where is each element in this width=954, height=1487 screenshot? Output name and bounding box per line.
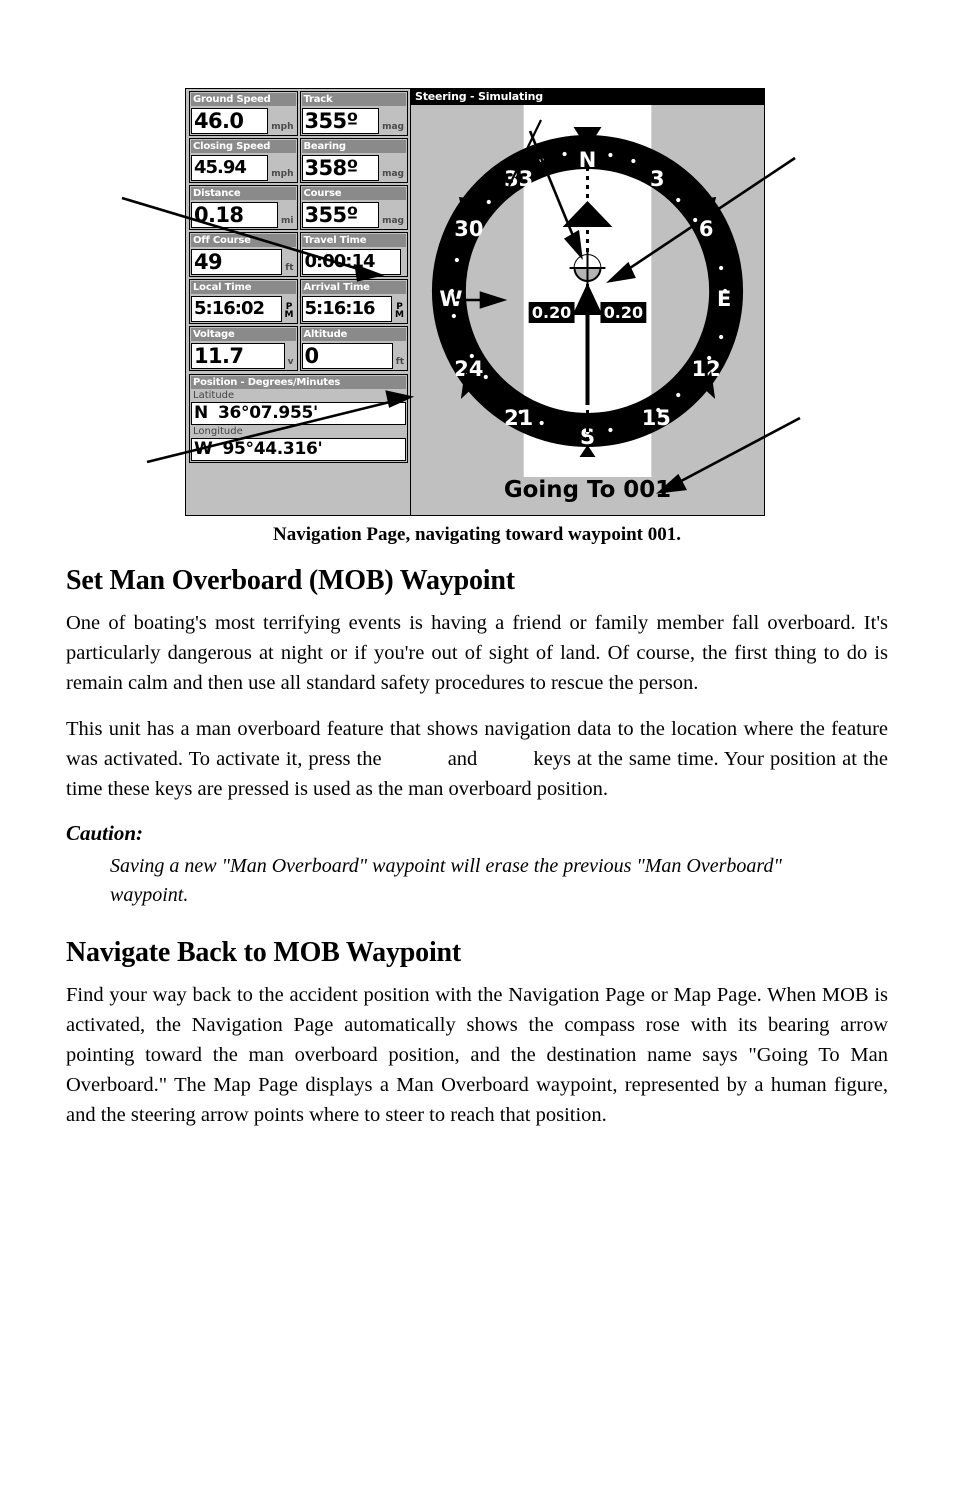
field-off-course: Off Course 49 ft xyxy=(189,232,298,277)
data-row: Off Course 49 ft Travel Time 0:00:14 xyxy=(189,232,408,277)
cross-track-right-value: 0.20 xyxy=(604,303,643,322)
field-unit: PM xyxy=(395,302,404,320)
longitude-label: Longitude xyxy=(193,426,243,437)
field-value: 0 xyxy=(301,343,393,369)
data-row: Voltage 11.7 v Altitude 0 ft xyxy=(189,326,408,371)
ring-label-3: 3 xyxy=(650,167,665,191)
figure-navigation-page: Ground Speed 46.0 mph Track 355º mag Clo… xyxy=(0,0,954,560)
field-unit: ft xyxy=(285,263,294,273)
field-label: Travel Time xyxy=(301,234,406,247)
paragraph-mob-intro: One of boating's most terrifying events … xyxy=(66,612,888,694)
field-distance: Distance 0.18 mi xyxy=(189,185,298,230)
field-unit: mi xyxy=(281,216,294,226)
field-value: 45.94 xyxy=(191,155,269,181)
paragraph-mob-activation: This unit has a man overboard feature th… xyxy=(66,714,888,804)
field-bearing: Bearing 358º mag xyxy=(299,138,408,183)
ring-label-6: 6 xyxy=(699,217,714,241)
field-unit xyxy=(401,273,406,275)
compass-titlebar: Steering - Simulating xyxy=(411,89,764,105)
heading-caution: Caution: xyxy=(66,821,144,845)
field-course: Course 355º mag xyxy=(299,185,408,230)
destination-label: Going To 001 xyxy=(504,477,671,503)
field-label: Ground Speed xyxy=(191,93,296,106)
field-voltage: Voltage 11.7 v xyxy=(189,326,298,371)
field-label: Local Time xyxy=(191,281,296,294)
document-content: Set Man Overboard (MOB) Waypoint One of … xyxy=(66,558,888,1130)
ring-label-21: 21 xyxy=(504,406,533,430)
paragraph-segment-2: and xyxy=(447,748,478,770)
ring-label-33: 33 xyxy=(504,167,533,191)
field-unit: mag xyxy=(382,122,404,132)
field-closing-speed: Closing Speed 45.94 mph xyxy=(189,138,298,183)
field-unit: ft xyxy=(395,357,404,367)
heading-set-mob-waypoint: Set Man Overboard (MOB) Waypoint xyxy=(66,565,515,596)
data-row: Distance 0.18 mi Course 355º mag xyxy=(189,185,408,230)
ring-label-30: 30 xyxy=(454,217,483,241)
data-row: Local Time 5:16:02 PM Arrival Time 5:16:… xyxy=(189,279,408,324)
data-row: Closing Speed 45.94 mph Bearing 358º mag xyxy=(189,138,408,183)
paragraph-navigate-back: Find your way back to the accident posit… xyxy=(66,984,888,1126)
longitude-value: W 95°44.316' xyxy=(191,438,406,461)
field-label: Bearing xyxy=(301,140,406,153)
heading-navigate-back-mob: Navigate Back to MOB Waypoint xyxy=(66,937,462,968)
navigation-data-panel: Ground Speed 46.0 mph Track 355º mag Clo… xyxy=(186,89,410,515)
field-label: Course xyxy=(301,187,406,200)
field-unit: v xyxy=(287,357,294,367)
cross-track-right: 0.20 xyxy=(600,302,647,323)
field-label: Voltage xyxy=(191,328,296,341)
field-label: Arrival Time xyxy=(301,281,406,294)
longitude-degrees: 95°44.316' xyxy=(222,439,323,459)
field-value: 11.7 xyxy=(191,343,285,369)
latitude-value: N 36°07.955' xyxy=(191,402,406,425)
compass-rose-graphic: N 3 6 E 12 15 S 21 24 W 30 33 0.20 0.20 … xyxy=(411,105,764,515)
figure-caption: Navigation Page, navigating toward waypo… xyxy=(273,524,681,545)
latitude-degrees: 36°07.955' xyxy=(217,403,318,423)
steering-compass-panel: Steering - Simulating N 3 6 E 12 15 S 21… xyxy=(410,89,764,515)
field-label: Track xyxy=(301,93,406,106)
field-value: 5:16:16 xyxy=(301,296,393,322)
field-label: Altitude xyxy=(301,328,406,341)
compass-stage: N 3 6 E 12 15 S 21 24 W 30 33 0.20 0.20 … xyxy=(411,105,764,515)
field-unit: mph xyxy=(271,122,294,132)
longitude-hemisphere: W xyxy=(194,439,213,459)
field-value: 49 xyxy=(191,249,283,275)
cross-track-left-value: 0.20 xyxy=(532,303,571,322)
data-row: Ground Speed 46.0 mph Track 355º mag xyxy=(189,91,408,136)
position-title: Position - Degrees/Minutes xyxy=(191,376,406,389)
field-travel-time: Travel Time 0:00:14 xyxy=(299,232,408,277)
field-track: Track 355º mag xyxy=(299,91,408,136)
field-unit: mph xyxy=(271,169,294,179)
field-value: 355º xyxy=(301,202,380,228)
latitude-hemisphere: N xyxy=(194,403,208,423)
field-unit: mag xyxy=(382,169,404,179)
field-arrival-time: Arrival Time 5:16:16 PM xyxy=(299,279,408,324)
device-screenshot: Ground Speed 46.0 mph Track 355º mag Clo… xyxy=(185,88,765,516)
ring-label-12: 12 xyxy=(692,357,721,381)
field-label: Distance xyxy=(191,187,296,200)
field-label: Closing Speed xyxy=(191,140,296,153)
field-value: 358º xyxy=(301,155,380,181)
field-local-time: Local Time 5:16:02 PM xyxy=(189,279,298,324)
field-value: 5:16:02 xyxy=(191,296,282,322)
field-value: 355º xyxy=(301,108,380,134)
latitude-label: Latitude xyxy=(193,390,235,401)
field-altitude: Altitude 0 ft xyxy=(299,326,408,371)
paragraph-caution: Saving a new "Man Overboard" waypoint wi… xyxy=(110,855,782,906)
field-ground-speed: Ground Speed 46.0 mph xyxy=(189,91,298,136)
field-value: 0.18 xyxy=(191,202,279,228)
position-block: Position - Degrees/Minutes Latitude N 36°… xyxy=(189,374,408,463)
field-label: Off Course xyxy=(191,234,296,247)
field-value: 0:00:14 xyxy=(301,249,401,275)
cross-track-left: 0.20 xyxy=(528,302,575,323)
field-unit: mag xyxy=(382,216,404,226)
field-unit: PM xyxy=(284,302,294,320)
field-value: 46.0 xyxy=(191,108,269,134)
